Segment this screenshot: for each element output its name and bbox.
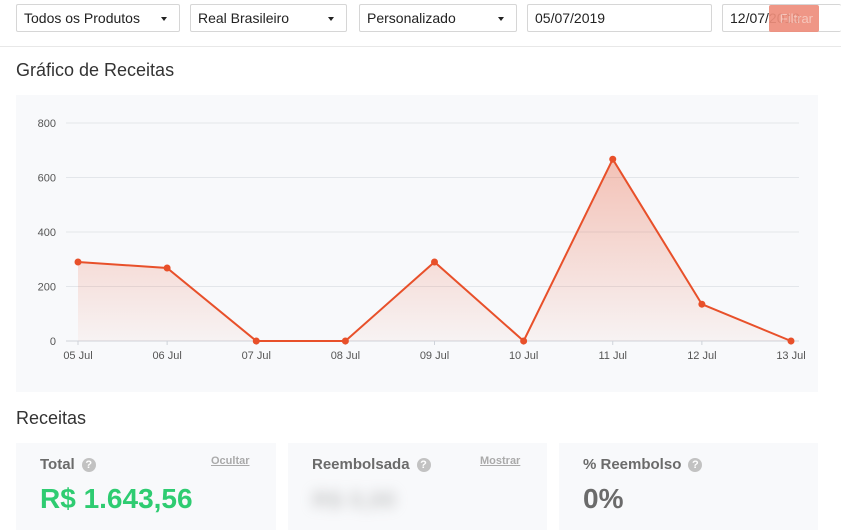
chevron-down-icon: [328, 17, 334, 21]
filter-bar: Todos os Produtos Real Brasileiro Person…: [0, 0, 841, 47]
total-label: Total: [40, 456, 75, 473]
refund-pct-value: 0%: [583, 483, 624, 514]
x-tick-label: 07 Jul: [242, 350, 271, 362]
y-tick-label: 800: [38, 118, 56, 130]
data-point[interactable]: [431, 258, 438, 266]
x-tick-label: 12 Jul: [687, 350, 716, 362]
refunded-card: Reembolsada? Mostrar R$ 0,00: [288, 443, 547, 530]
currency-select[interactable]: Real Brasileiro: [190, 4, 347, 32]
refunded-value-hidden: R$ 0,00: [312, 487, 397, 514]
data-point[interactable]: [520, 337, 528, 345]
currency-select-value: Real Brasileiro: [198, 10, 290, 26]
data-point[interactable]: [698, 300, 706, 308]
chevron-down-icon: [498, 17, 504, 21]
x-tick-label: 11 Jul: [598, 350, 627, 362]
data-point[interactable]: [609, 155, 617, 163]
data-point[interactable]: [252, 337, 260, 345]
refunded-label: Reembolsada: [312, 456, 410, 473]
period-select[interactable]: Personalizado: [359, 4, 517, 32]
date-from-value: 05/07/2019: [535, 10, 606, 26]
data-point[interactable]: [74, 258, 82, 266]
chevron-down-icon: [161, 17, 167, 21]
help-icon[interactable]: ?: [416, 458, 431, 472]
y-tick-label: 0: [50, 336, 56, 348]
receitas-title: Receitas: [16, 408, 87, 428]
hide-link[interactable]: Ocultar: [211, 455, 250, 467]
refund-pct-label-row: % Reembolso?: [583, 456, 703, 473]
refunded-label-row: Reembolsada?: [312, 456, 431, 473]
data-point[interactable]: [341, 337, 349, 345]
y-tick-label: 200: [38, 282, 56, 294]
product-select-value: Todos os Produtos: [24, 10, 140, 26]
period-select-value: Personalizado: [367, 10, 456, 26]
x-tick-label: 05 Jul: [63, 350, 92, 362]
total-card: Total? Ocultar R$ 1.643,56: [16, 443, 276, 530]
x-tick-label: 08 Jul: [331, 350, 360, 362]
data-point[interactable]: [163, 264, 171, 272]
chart-title: Gráfico de Receitas: [16, 60, 175, 80]
revenue-chart: 0 200 400 600 800 05 Jul 06 Jul 07 Jul 08 Jul 09…: [38, 118, 806, 362]
product-select[interactable]: Todos os Produtos: [16, 4, 180, 32]
x-tick-label: 10 Jul: [509, 350, 538, 362]
data-point[interactable]: [787, 337, 795, 345]
y-tick-label: 400: [38, 227, 56, 239]
help-icon[interactable]: ?: [688, 458, 703, 472]
x-tick-label: 13 Jul: [776, 350, 805, 362]
x-tick-label: 06 Jul: [152, 350, 181, 362]
y-tick-label: 600: [38, 173, 56, 185]
filter-button[interactable]: Filtrar: [769, 5, 819, 32]
date-from-input[interactable]: 05/07/2019: [527, 4, 712, 32]
total-value: R$ 1.643,56: [40, 483, 193, 514]
revenue-chart-card: 0 200 400 600 800 05 Jul 06 Jul 07 Jul 08 Jul 09…: [16, 95, 818, 392]
show-link[interactable]: Mostrar: [480, 455, 520, 467]
revenue-area: [78, 159, 791, 341]
refund-pct-card: % Reembolso? 0%: [559, 443, 818, 530]
help-icon[interactable]: ?: [81, 458, 96, 472]
refund-pct-label: % Reembolso: [583, 456, 682, 473]
x-tick-label: 09 Jul: [420, 350, 449, 362]
total-label-row: Total?: [40, 456, 96, 473]
